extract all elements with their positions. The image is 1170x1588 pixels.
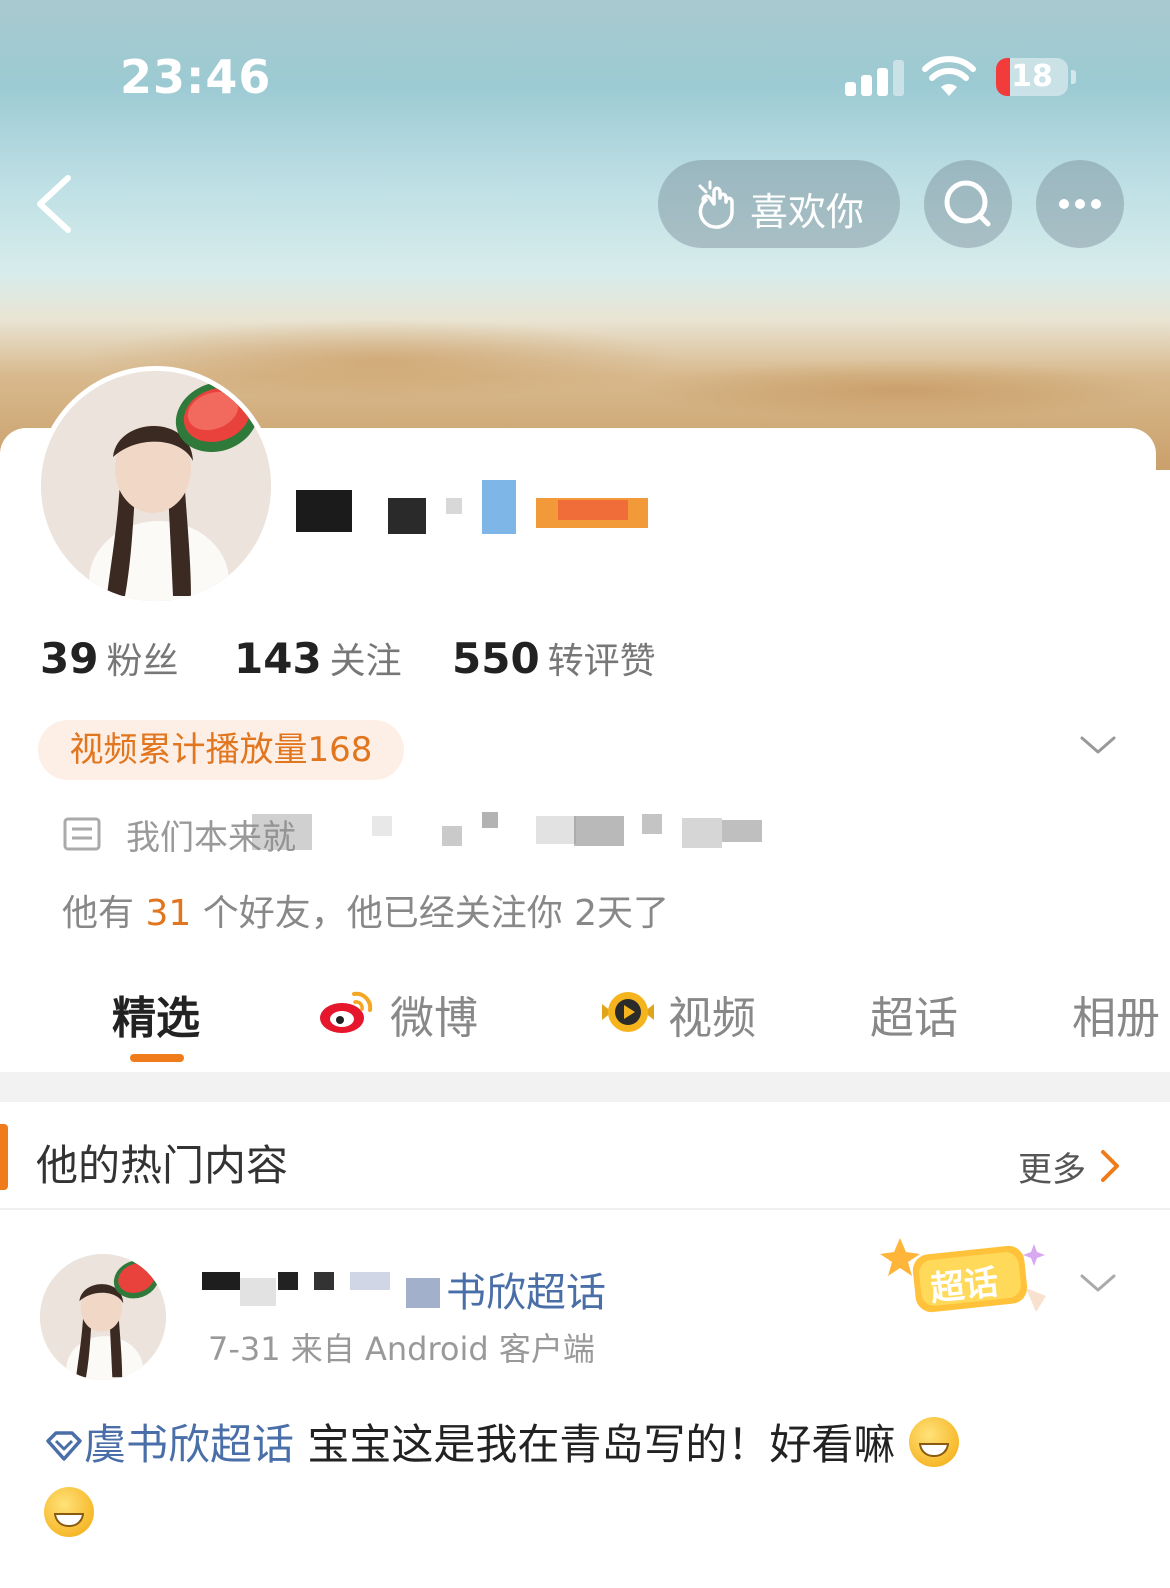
search-button[interactable]: [924, 160, 1012, 248]
post-body: 虞书欣超话 宝宝这是我在青岛写的！好看嘛: [44, 1410, 1124, 1550]
chevron-right-icon[interactable]: [1098, 1146, 1122, 1186]
wifi-icon: [922, 56, 976, 96]
more-dots-icon: [1059, 199, 1101, 209]
profile-avatar[interactable]: [36, 366, 276, 606]
supertopic-badge: 超话: [880, 1236, 1060, 1326]
stat-following-label: 关注: [329, 641, 402, 682]
chevron-down-icon[interactable]: [1078, 730, 1118, 760]
post-text: 宝宝这是我在青岛写的！好看嘛: [294, 1420, 896, 1469]
cellular-signal-icon: [845, 60, 905, 96]
post-author-name[interactable]: 书欣超话: [200, 1258, 680, 1316]
battery-cap: [1071, 70, 1076, 84]
hot-content-title: 他的热门内容: [36, 1141, 289, 1190]
stat-interactions-count: 550: [452, 634, 540, 683]
heart-gesture-icon: [698, 180, 734, 229]
post-topic-link[interactable]: 虞书欣超话: [84, 1420, 294, 1469]
stat-interactions-label: 转评赞: [547, 641, 656, 682]
friends-info[interactable]: 他有 31 个好友，他已经关注你 2天了: [62, 884, 669, 936]
battery-level: 18: [1011, 59, 1053, 94]
grin-emoji-icon: [908, 1417, 959, 1467]
avatar-photo: [40, 1254, 166, 1380]
avatar-photo: [41, 371, 271, 601]
supertopic-badge-label: 超话: [928, 1262, 1001, 1310]
stat-followers[interactable]: 39 粉丝: [40, 632, 178, 684]
friends-prefix: 他有: [62, 893, 146, 934]
section-accent-bar: [0, 1124, 8, 1190]
like-you-label: 喜欢你: [750, 190, 865, 234]
active-tab-indicator: [130, 1054, 184, 1062]
back-arrow-icon[interactable]: [30, 172, 80, 236]
search-icon: [944, 180, 991, 227]
stat-interactions[interactable]: 550 转评赞: [452, 632, 656, 684]
more-link[interactable]: 更多: [1018, 1142, 1086, 1191]
video-channel-icon: [602, 992, 654, 1032]
stat-following-count: 143: [234, 634, 322, 683]
video-views-badge[interactable]: 视频累计播放量168: [38, 720, 404, 780]
bio-icon: [63, 817, 101, 851]
tab-featured[interactable]: 精选: [112, 982, 200, 1046]
profile-bio: 我们本来就: [62, 806, 822, 858]
tab-video[interactable]: 视频: [668, 982, 756, 1046]
tab-album[interactable]: 相册: [1072, 982, 1160, 1046]
post-author-avatar[interactable]: [40, 1254, 166, 1380]
stat-followers-count: 39: [40, 634, 99, 683]
grin-emoji-icon: [44, 1487, 94, 1537]
post-meta: 7-31 来自 Android 客户端: [208, 1330, 595, 1368]
friends-count: 31: [145, 893, 192, 934]
weibo-icon: [320, 991, 373, 1033]
profile-nickname-redacted: [296, 478, 656, 538]
stat-following[interactable]: 143 关注: [234, 632, 402, 684]
status-time: 23:46: [120, 50, 272, 104]
chevron-down-icon[interactable]: [1078, 1268, 1118, 1298]
hot-content-header: 他的热门内容 更多: [0, 1104, 1170, 1210]
supertopic-diamond-icon: [46, 1431, 82, 1461]
post-topic-name: 书欣超话: [446, 1270, 606, 1316]
friends-suffix: 个好友，他已经关注你 2天了: [191, 893, 670, 934]
tab-weibo[interactable]: 微博: [390, 982, 478, 1046]
like-you-button[interactable]: 喜欢你: [658, 160, 900, 248]
section-divider: [0, 1072, 1170, 1102]
more-options-button[interactable]: [1036, 160, 1124, 248]
tab-supertopic[interactable]: 超话: [870, 982, 958, 1046]
stat-followers-label: 粉丝: [106, 641, 179, 682]
battery-icon: 18: [996, 58, 1068, 96]
